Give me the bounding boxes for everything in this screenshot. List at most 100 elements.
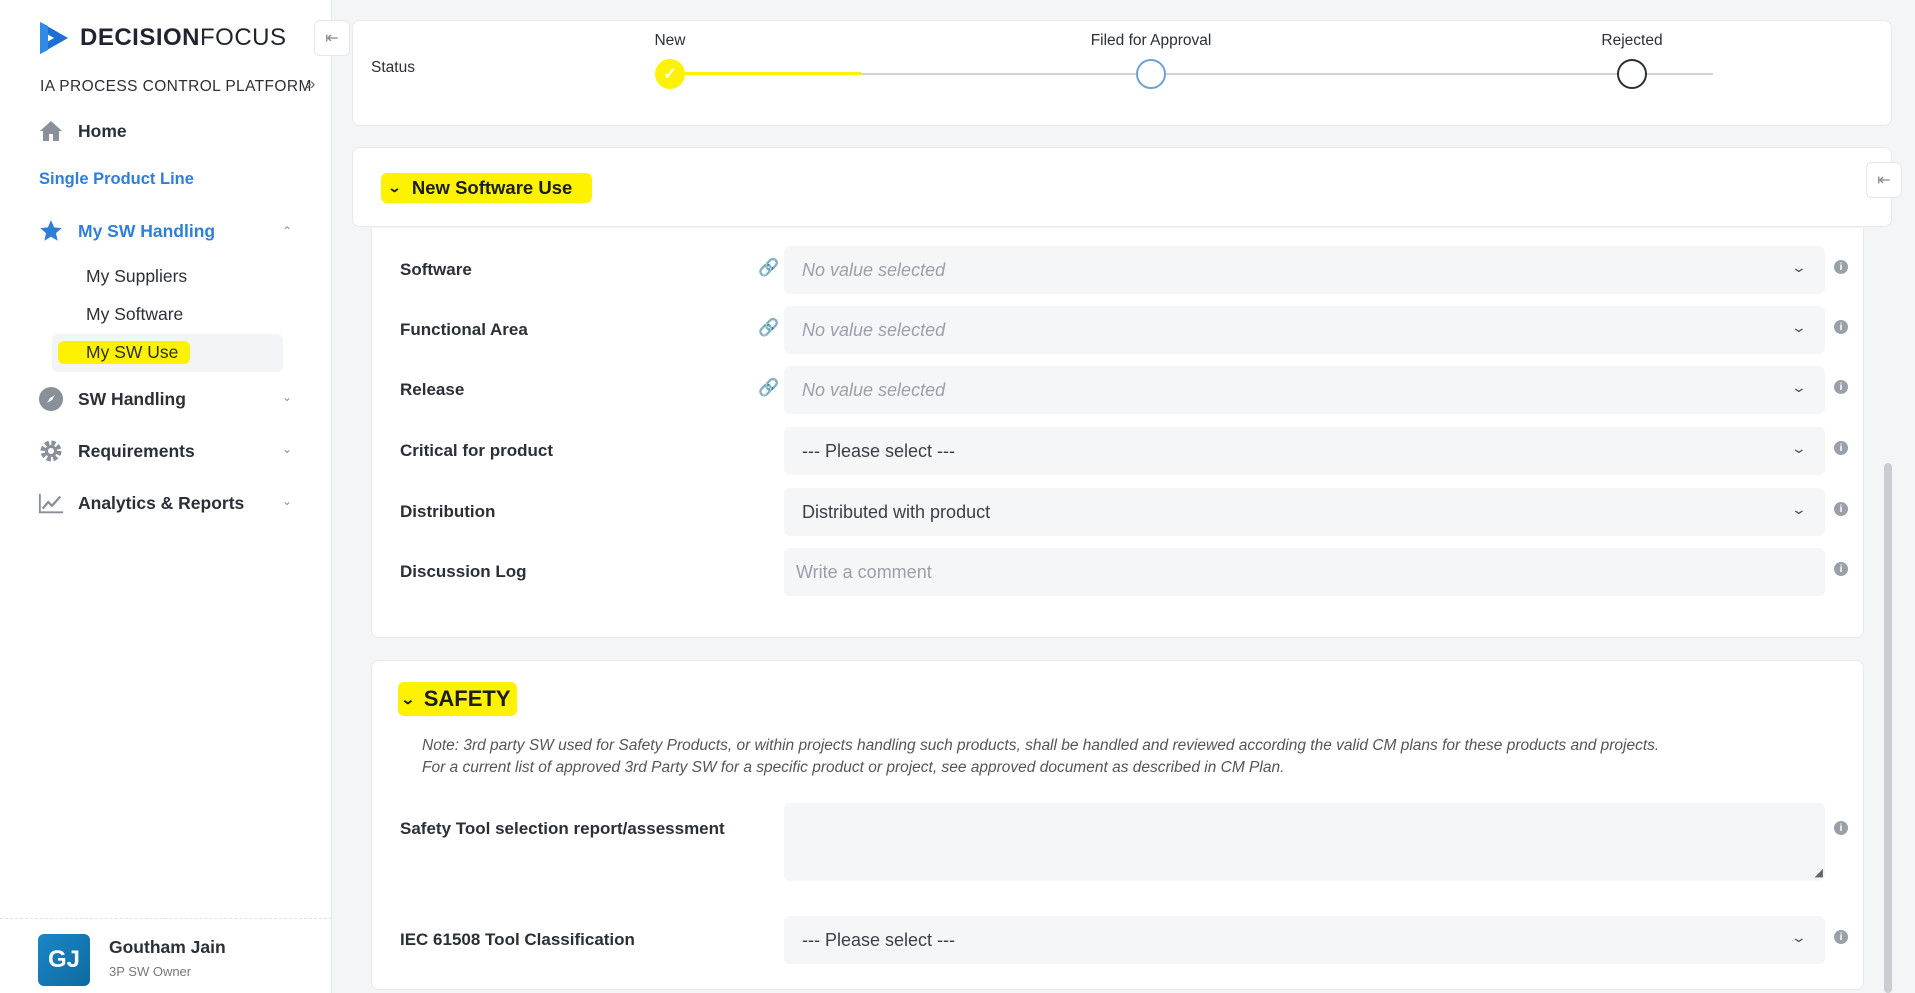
section-title: New Software Use bbox=[411, 177, 573, 198]
chevron-down-icon: ⌄ bbox=[1790, 319, 1808, 335]
safety-report-textarea[interactable]: ◢ bbox=[784, 803, 1825, 881]
platform-name: IA PROCESS CONTROL PLATFORM bbox=[40, 78, 312, 95]
critical-select[interactable]: --- Please select --- ⌄ bbox=[784, 427, 1825, 475]
info-icon[interactable]: i bbox=[1834, 821, 1848, 835]
avatar: GJ bbox=[38, 934, 90, 986]
single-product-line-link[interactable]: Single Product Line bbox=[39, 170, 194, 189]
release-select[interactable]: No value selected ⌄ bbox=[784, 366, 1825, 414]
brand-light: FOCUS bbox=[200, 24, 287, 51]
comment-placeholder: Write a comment bbox=[796, 562, 932, 582]
software-use-form: Software 🔗 No value selected ⌄ i Functio… bbox=[371, 228, 1864, 638]
functional-area-row: Functional Area 🔗 No value selected ⌄ i bbox=[372, 306, 1865, 354]
status-card: Status New Filed for Approval Rejected ✓ bbox=[352, 20, 1892, 126]
distribution-label: Distribution bbox=[400, 502, 496, 521]
sub-item-my-sw-use[interactable]: My SW Use bbox=[58, 341, 191, 364]
chevron-down-icon[interactable]: ⌄ bbox=[282, 494, 292, 508]
step-new-label: New bbox=[654, 32, 686, 49]
sub-item-my-software[interactable]: My Software bbox=[86, 304, 183, 325]
info-icon[interactable]: i bbox=[1834, 320, 1848, 334]
right-panel-toggle-button[interactable]: ⇤ bbox=[1866, 162, 1902, 198]
functional-area-label: Functional Area bbox=[400, 320, 528, 339]
iec-label: IEC 61508 Tool Classification bbox=[400, 930, 635, 949]
star-icon bbox=[38, 218, 64, 244]
distribution-select[interactable]: Distributed with product ⌄ bbox=[784, 488, 1825, 536]
safety-toggle[interactable]: ⌄ SAFETY bbox=[398, 682, 517, 716]
step-filed-label: Filed for Approval bbox=[1090, 32, 1212, 49]
safety-report-row: Safety Tool selection report/assessment … bbox=[372, 803, 1865, 881]
compass-icon bbox=[38, 386, 64, 412]
user-name: Goutham Jain bbox=[109, 937, 226, 957]
software-row: Software 🔗 No value selected ⌄ i bbox=[372, 246, 1865, 294]
functional-area-value: No value selected bbox=[802, 320, 946, 340]
nav-home-label: Home bbox=[78, 120, 127, 141]
user-role: 3P SW Owner bbox=[109, 964, 192, 979]
release-label: Release bbox=[400, 380, 465, 399]
new-software-use-header: ⌄ New Software Use bbox=[352, 147, 1892, 227]
chevron-down-icon: ⌄ bbox=[400, 690, 416, 707]
release-value: No value selected bbox=[802, 380, 946, 400]
info-icon[interactable]: i bbox=[1834, 380, 1848, 394]
nav-my-sw-handling[interactable]: My SW Handling bbox=[38, 218, 215, 244]
iec-select[interactable]: --- Please select --- ⌄ bbox=[784, 916, 1825, 964]
distribution-value: Distributed with product bbox=[802, 502, 991, 522]
nav-sw-handling[interactable]: SW Handling bbox=[38, 386, 186, 412]
chevron-down-icon: ⌄ bbox=[1790, 259, 1808, 275]
decisionfocus-logo-icon bbox=[40, 22, 68, 54]
resize-handle-icon[interactable]: ◢ bbox=[1815, 866, 1823, 879]
nav-home[interactable]: Home bbox=[38, 118, 127, 144]
step-rejected-label: Rejected bbox=[1601, 32, 1663, 49]
chevron-up-icon[interactable]: ⌃ bbox=[282, 224, 292, 238]
sidebar: DECISIONFOCUS IA PROCESS CONTROL PLATFOR… bbox=[0, 0, 332, 993]
link-icon[interactable]: 🔗 bbox=[758, 318, 779, 338]
safety-title: SAFETY bbox=[423, 686, 511, 711]
step-new-dot[interactable]: ✓ bbox=[655, 59, 685, 89]
functional-area-select[interactable]: No value selected ⌄ bbox=[784, 306, 1825, 354]
info-icon[interactable]: i bbox=[1834, 260, 1848, 274]
iec-row: IEC 61508 Tool Classification --- Please… bbox=[372, 916, 1865, 964]
chevron-down-icon: ⌄ bbox=[387, 180, 402, 195]
brand-bold: DECISION bbox=[80, 24, 201, 51]
status-label: Status bbox=[371, 59, 415, 76]
collapse-left-icon: ⇤ bbox=[1877, 172, 1891, 189]
critical-label: Critical for product bbox=[400, 441, 554, 460]
software-value: No value selected bbox=[802, 260, 946, 280]
gear-icon bbox=[38, 438, 64, 464]
discussion-row: Discussion Log Write a comment i bbox=[372, 548, 1865, 596]
line-chart-icon bbox=[38, 490, 64, 516]
chevron-down-icon: ⌄ bbox=[1790, 379, 1808, 395]
info-icon[interactable]: i bbox=[1834, 502, 1848, 516]
distribution-row: Distribution Distributed with product ⌄ … bbox=[372, 488, 1865, 536]
brand-logo[interactable]: DECISIONFOCUS bbox=[38, 20, 287, 56]
step-filed-dot[interactable] bbox=[1136, 59, 1166, 89]
link-icon[interactable]: 🔗 bbox=[758, 258, 779, 278]
safety-card: ⌄ SAFETY Note: 3rd party SW used for Saf… bbox=[371, 660, 1864, 990]
nav-requirements-label: Requirements bbox=[78, 440, 195, 461]
safety-note: Note: 3rd party SW used for Safety Produ… bbox=[422, 735, 1659, 779]
critical-row: Critical for product --- Please select -… bbox=[372, 427, 1865, 475]
nav-analytics-reports[interactable]: Analytics & Reports bbox=[38, 490, 244, 516]
nav-requirements[interactable]: Requirements bbox=[38, 438, 195, 464]
status-track-progress bbox=[669, 72, 861, 75]
software-select[interactable]: No value selected ⌄ bbox=[784, 246, 1825, 294]
nav-my-sw-handling-label: My SW Handling bbox=[78, 220, 216, 241]
comment-input[interactable]: Write a comment bbox=[784, 548, 1825, 596]
expand-platform-icon[interactable]: » bbox=[306, 74, 315, 94]
critical-value: --- Please select --- bbox=[802, 441, 956, 461]
sub-item-my-suppliers[interactable]: My Suppliers bbox=[86, 266, 187, 287]
home-icon bbox=[38, 118, 64, 144]
info-icon[interactable]: i bbox=[1834, 441, 1848, 455]
main-scrollbar[interactable] bbox=[1884, 463, 1892, 993]
collapse-left-icon: ⇤ bbox=[325, 30, 339, 47]
link-icon[interactable]: 🔗 bbox=[758, 378, 779, 398]
discussion-label: Discussion Log bbox=[400, 562, 527, 581]
chevron-down-icon: ⌄ bbox=[1790, 440, 1808, 456]
chevron-down-icon[interactable]: ⌄ bbox=[282, 390, 292, 404]
user-profile[interactable]: GJ Goutham Jain 3P SW Owner bbox=[0, 918, 332, 993]
section-toggle[interactable]: ⌄ New Software Use bbox=[381, 173, 593, 203]
info-icon[interactable]: i bbox=[1834, 930, 1848, 944]
software-label: Software bbox=[400, 260, 472, 279]
step-rejected-dot[interactable] bbox=[1617, 59, 1647, 89]
info-icon[interactable]: i bbox=[1834, 562, 1848, 576]
chevron-down-icon[interactable]: ⌄ bbox=[282, 442, 292, 456]
collapse-sidebar-button[interactable]: ⇤ bbox=[314, 20, 350, 56]
